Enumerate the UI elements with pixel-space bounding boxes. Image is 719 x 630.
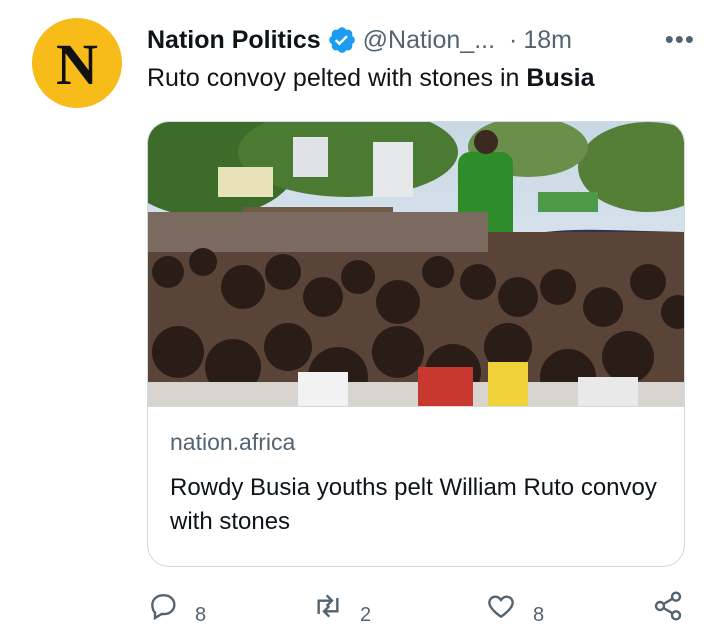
tweet-text-main: Ruto convoy pelted with stones in (147, 64, 527, 92)
user-handle[interactable]: @Nation_... (363, 26, 495, 55)
share-icon (654, 591, 682, 621)
avatar-letter: N (56, 32, 98, 97)
display-name[interactable]: Nation Politics (147, 26, 321, 55)
avatar[interactable]: N (32, 18, 122, 108)
reply-icon (151, 594, 176, 621)
card-title: Rowdy Busia youths pelt William Ruto con… (170, 474, 657, 535)
tweet-text-bold: Busia (526, 64, 595, 92)
tweet-header: Nation Politics @Nation_... · 18m ••• (147, 22, 699, 58)
card-domain: nation.africa (170, 429, 296, 455)
card-body: nation.africa Rowdy Busia youths pelt Wi… (148, 406, 684, 566)
verified-badge-icon (328, 27, 355, 53)
tweet-text: Ruto convoy pelted with stones in Busia (147, 64, 594, 93)
separator-dot: · (509, 25, 518, 54)
share-button[interactable] (652, 590, 684, 622)
like-count: 8 (533, 604, 545, 626)
tweet-time[interactable]: 18m (523, 26, 572, 55)
reply-button[interactable]: 8 (147, 590, 206, 627)
action-bar: 8 2 8 (147, 590, 685, 630)
retweet-icon (317, 594, 339, 618)
reply-count: 8 (195, 604, 207, 626)
link-card[interactable]: nation.africa Rowdy Busia youths pelt Wi… (147, 121, 685, 567)
like-icon (488, 595, 514, 619)
retweet-count: 2 (360, 604, 372, 626)
card-image[interactable] (148, 122, 685, 406)
retweet-button[interactable]: 2 (312, 590, 371, 627)
more-options-icon[interactable]: ••• (665, 24, 695, 55)
like-button[interactable]: 8 (485, 590, 544, 627)
